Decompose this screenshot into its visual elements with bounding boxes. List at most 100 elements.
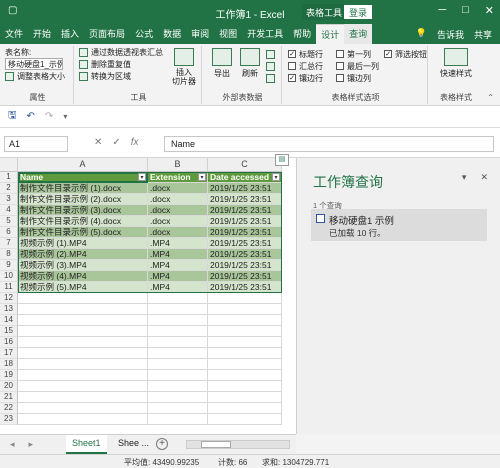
resize-table-button[interactable]: 调整表格大小 [2,70,73,82]
row-header[interactable]: 13 [0,304,18,315]
table-cell[interactable]: .MP4 [148,271,208,282]
prev-sheet-icon[interactable]: ◂ [10,439,15,450]
row-header[interactable]: 15 [0,326,18,337]
cell[interactable] [208,315,282,326]
row-header[interactable]: 21 [0,392,18,403]
cell[interactable] [148,348,208,359]
column-header[interactable]: C [208,158,282,172]
formula-input[interactable]: Name [164,136,494,152]
row-header[interactable]: 19 [0,370,18,381]
cell[interactable] [148,326,208,337]
row-header[interactable]: 10 [0,271,18,282]
row-header[interactable]: 23 [0,414,18,425]
table-cell[interactable]: 视频示例 (5).MP4 [18,282,148,293]
cell[interactable] [148,370,208,381]
sheet-tab-sheet2[interactable]: Shee ... [112,435,155,454]
table-cell[interactable]: .MP4 [148,238,208,249]
query-item[interactable]: 移动硬盘1 示例 已加载 10 行。 [311,209,487,241]
table-cell[interactable]: 2019/1/25 23:51 [208,271,282,282]
cell[interactable] [18,414,148,425]
cell[interactable] [208,304,282,315]
cell[interactable] [148,359,208,370]
cell[interactable] [18,315,148,326]
table-cell[interactable]: .MP4 [148,282,208,293]
cell[interactable] [208,326,282,337]
cell[interactable] [18,337,148,348]
export-button[interactable]: 导出 [210,48,234,79]
tab-insert[interactable]: 插入 [56,24,84,44]
save-icon[interactable]: 🖫 [8,108,17,125]
table-cell[interactable]: 2019/1/25 23:51 [208,194,282,205]
sheet-tab-sheet1[interactable]: Sheet1 [66,435,107,454]
close-button[interactable]: ✕ [485,4,494,17]
cell[interactable] [18,304,148,315]
restore-button[interactable]: □ [462,4,469,17]
horizontal-scrollbar[interactable] [186,440,290,449]
cell[interactable] [18,293,148,304]
enter-icon[interactable]: ✓ [112,137,120,148]
row-header[interactable]: 5 [0,216,18,227]
row-header[interactable]: 22 [0,403,18,414]
cell[interactable] [18,403,148,414]
open-browser-icon[interactable] [266,62,275,71]
row-header[interactable]: 16 [0,337,18,348]
filter-button-option[interactable]: 筛选按钮 [384,48,427,60]
next-sheet-icon[interactable]: ▸ [29,439,34,450]
insert-slicer-button[interactable]: 插入 切片器 [168,48,200,86]
redo-icon[interactable]: ↷ [45,111,53,122]
cell[interactable] [208,414,282,425]
tab-data[interactable]: 数据 [158,24,186,44]
table-cell[interactable]: 2019/1/25 23:51 [208,249,282,260]
cell[interactable] [148,414,208,425]
cell[interactable] [18,359,148,370]
table-cell[interactable]: 2019/1/25 23:51 [208,260,282,271]
column-header[interactable]: A [18,158,148,172]
cell[interactable] [18,326,148,337]
tab-design[interactable]: 设计 [316,24,345,44]
tell-me-button[interactable]: 告诉我 [437,28,464,41]
cell[interactable] [18,392,148,403]
cell[interactable] [18,370,148,381]
pane-options-icon[interactable]: ▾ [462,172,467,183]
first-column-option[interactable]: 第一列 [336,48,379,60]
spreadsheet-grid[interactable]: A B C 1 Name ▾ Extension ▾ Date accessed ▾ 2 制作文件目录… [0,158,296,434]
row-header[interactable]: 6 [0,227,18,238]
table-cell[interactable]: .docx [148,227,208,238]
cell[interactable] [148,403,208,414]
table-cell[interactable]: 制作文件目录示例 (5).docx [18,227,148,238]
table-header-cell[interactable]: Date accessed ▾ [208,172,282,183]
column-header[interactable]: B [148,158,208,172]
scrollbar-thumb[interactable] [201,441,231,448]
filter-dropdown-icon[interactable]: ▾ [198,173,206,181]
cell[interactable] [148,337,208,348]
filter-button-checkbox[interactable] [384,50,392,58]
header-row-option[interactable]: 标题行 [288,48,323,60]
tab-formulas[interactable]: 公式 [130,24,158,44]
share-button[interactable]: 共享 [474,28,492,41]
tab-home[interactable]: 开始 [28,24,56,44]
row-header[interactable]: 11 [0,282,18,293]
table-cell[interactable]: 2019/1/25 23:51 [208,205,282,216]
banded-columns-option[interactable]: 镶边列 [336,72,379,84]
cell[interactable] [18,348,148,359]
table-cell[interactable]: .docx [148,194,208,205]
filter-dropdown-icon[interactable]: ▾ [272,173,280,181]
row-header[interactable]: 7 [0,238,18,249]
tab-file[interactable]: 文件 [0,24,28,44]
tab-page-layout[interactable]: 页面布局 [84,24,130,44]
table-cell[interactable]: 制作文件目录示例 (2).docx [18,194,148,205]
cancel-icon[interactable]: ✕ [94,137,102,148]
cell[interactable] [208,381,282,392]
collapse-ribbon-icon[interactable]: ⌃ [487,93,494,102]
tab-view[interactable]: 视图 [214,24,242,44]
table-cell[interactable]: .MP4 [148,260,208,271]
select-all-corner[interactable] [0,158,18,172]
tab-review[interactable]: 审阅 [186,24,214,44]
table-cell[interactable]: 2019/1/25 23:51 [208,183,282,194]
cell[interactable] [208,359,282,370]
table-cell[interactable]: 视频示例 (3).MP4 [18,260,148,271]
cell[interactable] [208,293,282,304]
row-header[interactable]: 3 [0,194,18,205]
table-cell[interactable]: .docx [148,183,208,194]
table-header-cell[interactable]: Name ▾ [18,172,148,183]
